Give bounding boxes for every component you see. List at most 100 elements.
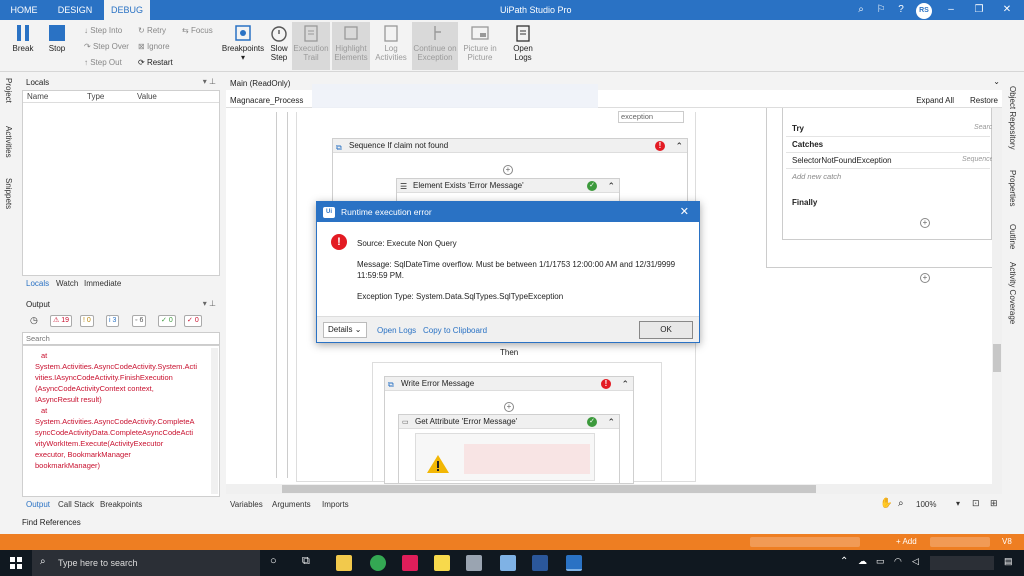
slow-step-button[interactable]: Slow Step bbox=[268, 22, 290, 62]
app-icon[interactable] bbox=[500, 555, 516, 571]
tab-output[interactable]: Output bbox=[26, 500, 50, 509]
side-tab-snippets[interactable]: Snippets bbox=[4, 178, 13, 209]
output-pin-icon[interactable]: ▾ ⊥ bbox=[203, 299, 216, 308]
find-references-tab[interactable]: Find References bbox=[22, 518, 81, 527]
pin-icon[interactable]: ▾ ⊥ bbox=[203, 77, 216, 86]
trace-count[interactable]: ◦ 6 bbox=[132, 315, 147, 327]
tab-watch[interactable]: Watch bbox=[56, 279, 78, 288]
add-activity-plus-icon[interactable]: + bbox=[504, 402, 514, 412]
minimize-icon[interactable]: – bbox=[944, 3, 958, 17]
horizontal-scrollbar[interactable] bbox=[226, 484, 1002, 494]
overview-icon[interactable]: ⊞ bbox=[990, 498, 998, 509]
collapse-icon[interactable]: ⌃ bbox=[607, 179, 615, 193]
column-type[interactable]: Type bbox=[87, 91, 104, 103]
task-view-icon[interactable]: ⧉ bbox=[302, 555, 310, 568]
get-attribute-activity[interactable]: ▭ Get Attribute 'Error Message' ✓ ⌃ bbox=[398, 414, 620, 484]
log-activities-button[interactable]: Log Activities bbox=[372, 22, 410, 62]
collapse-icon[interactable]: ⌃ bbox=[621, 377, 629, 391]
expand-all-link[interactable]: Expand All bbox=[916, 96, 954, 105]
chrome-icon[interactable] bbox=[370, 555, 386, 571]
breakpoints-button[interactable]: Breakpoints ▾ bbox=[220, 22, 266, 62]
hand-icon[interactable]: ✋ bbox=[880, 498, 892, 509]
column-name[interactable]: Name bbox=[27, 91, 48, 103]
failed-count[interactable]: ✓ 0 bbox=[184, 315, 202, 327]
side-tab-object-repository[interactable]: Object Repository bbox=[1008, 86, 1017, 150]
output-search-input[interactable] bbox=[22, 332, 220, 345]
output-scrollbar[interactable] bbox=[211, 348, 218, 494]
step-into-button[interactable]: ↓ Step Into bbox=[84, 26, 122, 35]
cortana-icon[interactable]: ○ bbox=[270, 555, 277, 567]
word-icon[interactable] bbox=[532, 555, 548, 571]
ignore-button[interactable]: ⊠ Ignore bbox=[138, 42, 170, 51]
info-count[interactable]: i 3 bbox=[106, 315, 120, 327]
highlight-elements-button[interactable]: Highlight Elements bbox=[332, 22, 370, 70]
tab-design[interactable]: DESIGN bbox=[52, 0, 98, 20]
success-count[interactable]: ✓ 0 bbox=[158, 315, 176, 327]
collapse-icon[interactable]: ⌃ bbox=[675, 139, 683, 153]
column-value[interactable]: Value bbox=[137, 91, 157, 103]
add-button[interactable]: + Add bbox=[896, 537, 917, 546]
tab-debug[interactable]: DEBUG bbox=[104, 0, 150, 20]
system-tray-chevron-icon[interactable]: ⌃ bbox=[840, 556, 848, 567]
tab-immediate[interactable]: Immediate bbox=[84, 279, 121, 288]
tools-icon[interactable] bbox=[466, 555, 482, 571]
focus-button[interactable]: ⇆ Focus bbox=[182, 26, 213, 35]
step-out-button[interactable]: ↑ Step Out bbox=[84, 58, 122, 67]
tab-variables[interactable]: Variables bbox=[230, 500, 263, 509]
add-activity-plus-icon[interactable]: + bbox=[920, 273, 930, 283]
help-icon[interactable]: ? bbox=[894, 3, 908, 17]
catch-exception[interactable]: SelectorNotFoundException bbox=[792, 156, 892, 165]
add-new-catch-link[interactable]: Add new catch bbox=[792, 172, 841, 181]
search-icon[interactable]: ⌕ bbox=[854, 3, 868, 17]
side-tab-project[interactable]: Project bbox=[4, 78, 13, 103]
dialog-close-icon[interactable]: ✕ bbox=[680, 202, 689, 222]
clock-icon[interactable]: ◷ bbox=[30, 315, 38, 326]
side-tab-outline[interactable]: Outline bbox=[1008, 224, 1017, 249]
tab-call-stack[interactable]: Call Stack bbox=[58, 500, 94, 509]
volume-icon[interactable]: ◁ bbox=[912, 556, 919, 567]
tab-home[interactable]: HOME bbox=[0, 0, 48, 20]
stop-button[interactable]: Stop bbox=[44, 22, 70, 53]
windows-start-icon[interactable] bbox=[10, 557, 22, 569]
zoom-search-icon[interactable]: ⌕ bbox=[898, 498, 904, 509]
avatar[interactable]: RS bbox=[916, 3, 932, 19]
continue-on-exception-button[interactable]: Continue on Exception bbox=[412, 22, 458, 70]
taskbar-search[interactable]: ⌕ Type here to search bbox=[32, 550, 260, 576]
notification-icon[interactable]: ⚐ bbox=[874, 3, 888, 17]
zoom-dropdown-icon[interactable]: ▾ bbox=[956, 499, 960, 508]
tab-main-readonly[interactable]: Main (ReadOnly) bbox=[230, 79, 290, 88]
vertical-scrollbar[interactable] bbox=[992, 108, 1002, 484]
side-tab-activity-coverage[interactable]: Activity Coverage bbox=[1008, 262, 1017, 324]
details-dropdown[interactable]: Details ⌄ bbox=[323, 322, 367, 338]
restore-icon[interactable]: ❐ bbox=[972, 3, 986, 17]
execution-trail-button[interactable]: Execution Trail bbox=[292, 22, 330, 70]
slack-icon[interactable] bbox=[402, 555, 418, 571]
step-over-button[interactable]: ↷ Step Over bbox=[84, 42, 129, 51]
network-icon[interactable]: ☁ bbox=[858, 556, 867, 567]
side-tab-activities[interactable]: Activities bbox=[4, 126, 13, 158]
file-explorer-icon[interactable] bbox=[336, 555, 352, 571]
open-logs-button[interactable]: Open Logs bbox=[508, 22, 538, 62]
tab-locals[interactable]: Locals bbox=[26, 279, 49, 288]
side-tab-properties[interactable]: Properties bbox=[1008, 170, 1017, 206]
battery-icon[interactable]: ▭ bbox=[876, 556, 885, 567]
tab-arguments[interactable]: Arguments bbox=[272, 500, 311, 509]
tab-breakpoints[interactable]: Breakpoints bbox=[100, 500, 142, 509]
error-count[interactable]: ⚠ 19 bbox=[50, 315, 73, 327]
collapse-icon[interactable]: ⌃ bbox=[607, 415, 615, 429]
fit-screen-icon[interactable]: ⊡ bbox=[972, 498, 980, 509]
sticky-notes-icon[interactable] bbox=[434, 555, 450, 571]
zoom-level[interactable]: 100% bbox=[916, 500, 936, 509]
ok-button[interactable]: OK bbox=[639, 321, 693, 339]
notification-center-icon[interactable]: ▤ bbox=[1004, 556, 1013, 567]
copy-to-clipboard-link[interactable]: Copy to Clipboard bbox=[423, 326, 487, 335]
tabs-dropdown-icon[interactable]: ⌄ bbox=[993, 77, 1000, 86]
restore-link[interactable]: Restore bbox=[970, 96, 998, 105]
breadcrumb[interactable]: Magnacare_Process bbox=[230, 96, 303, 105]
open-logs-link[interactable]: Open Logs bbox=[377, 326, 416, 335]
exception-field[interactable]: exception bbox=[618, 111, 684, 123]
uipath-studio-icon[interactable] bbox=[566, 555, 582, 571]
break-button[interactable]: Break bbox=[10, 22, 36, 53]
restart-button[interactable]: ⟳ Restart bbox=[138, 58, 173, 67]
add-activity-plus-icon[interactable]: + bbox=[503, 165, 513, 175]
